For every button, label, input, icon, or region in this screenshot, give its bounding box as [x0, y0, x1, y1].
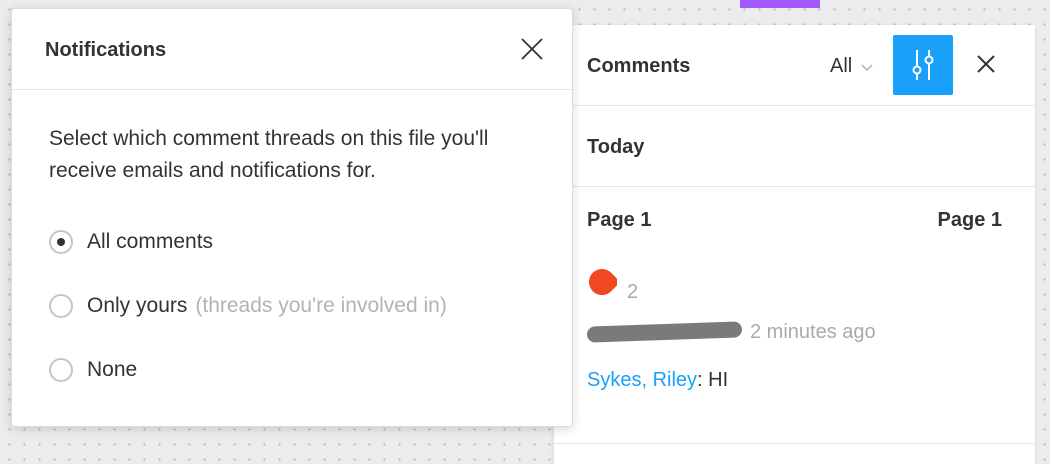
comment-message: HI	[708, 369, 729, 391]
comment-author-link[interactable]: Sykes, Riley	[587, 369, 697, 391]
option-hint: (threads you're involved in)	[195, 294, 447, 317]
thread-page-link[interactable]: Page 1	[938, 209, 1002, 232]
thread-timestamp: 2 minutes ago	[750, 321, 876, 343]
purple-accent-strip	[740, 0, 820, 8]
notifications-modal: Notifications Select which comment threa…	[11, 8, 573, 427]
option-label: All comments	[87, 230, 214, 253]
notification-settings-button[interactable]	[893, 35, 953, 95]
reply-count: 2	[627, 281, 639, 303]
comment-thread[interactable]: Page 1 Page 1 2 2 minutes ago Sykes, Ril…	[554, 187, 1035, 444]
thread-page-label: Page 1	[587, 209, 652, 231]
comments-panel: Comments All Today Page 1 Page 1 2 2 min…	[553, 25, 1035, 464]
radio-only-yours[interactable]	[49, 294, 73, 318]
chevron-down-icon	[861, 63, 873, 71]
section-heading: Today	[587, 136, 645, 158]
comments-header: Comments All	[554, 25, 1035, 106]
option-none[interactable]: None	[49, 358, 137, 382]
notifications-description: Select which comment threads on this fil…	[49, 127, 489, 182]
option-label: Only yours	[87, 294, 188, 317]
option-label: None	[87, 358, 138, 381]
comment-text: Sykes, Riley: HI	[587, 369, 728, 392]
comments-close-button[interactable]	[974, 52, 998, 76]
thread-meta: 2 minutes ago	[586, 321, 876, 344]
notifications-title: Notifications	[45, 39, 167, 61]
comment-pin-icon	[588, 268, 617, 296]
comment-separator: :	[697, 369, 709, 391]
notifications-header: Notifications	[12, 9, 572, 90]
comments-filter-dropdown[interactable]: All	[830, 55, 874, 78]
sliders-icon	[912, 50, 934, 80]
option-only-yours[interactable]: Only yours (threads you're involved in)	[49, 294, 447, 318]
comments-filter-label: All	[830, 55, 853, 77]
radio-all-comments[interactable]	[49, 230, 73, 254]
comments-section-today: Today	[554, 106, 1035, 187]
close-icon	[521, 38, 543, 60]
notifications-close-button[interactable]	[519, 36, 545, 62]
comments-title: Comments	[587, 55, 691, 77]
option-all-comments[interactable]: All comments	[49, 230, 213, 254]
close-icon	[977, 55, 995, 73]
radio-none[interactable]	[49, 358, 73, 382]
redacted-author-name	[586, 321, 743, 343]
